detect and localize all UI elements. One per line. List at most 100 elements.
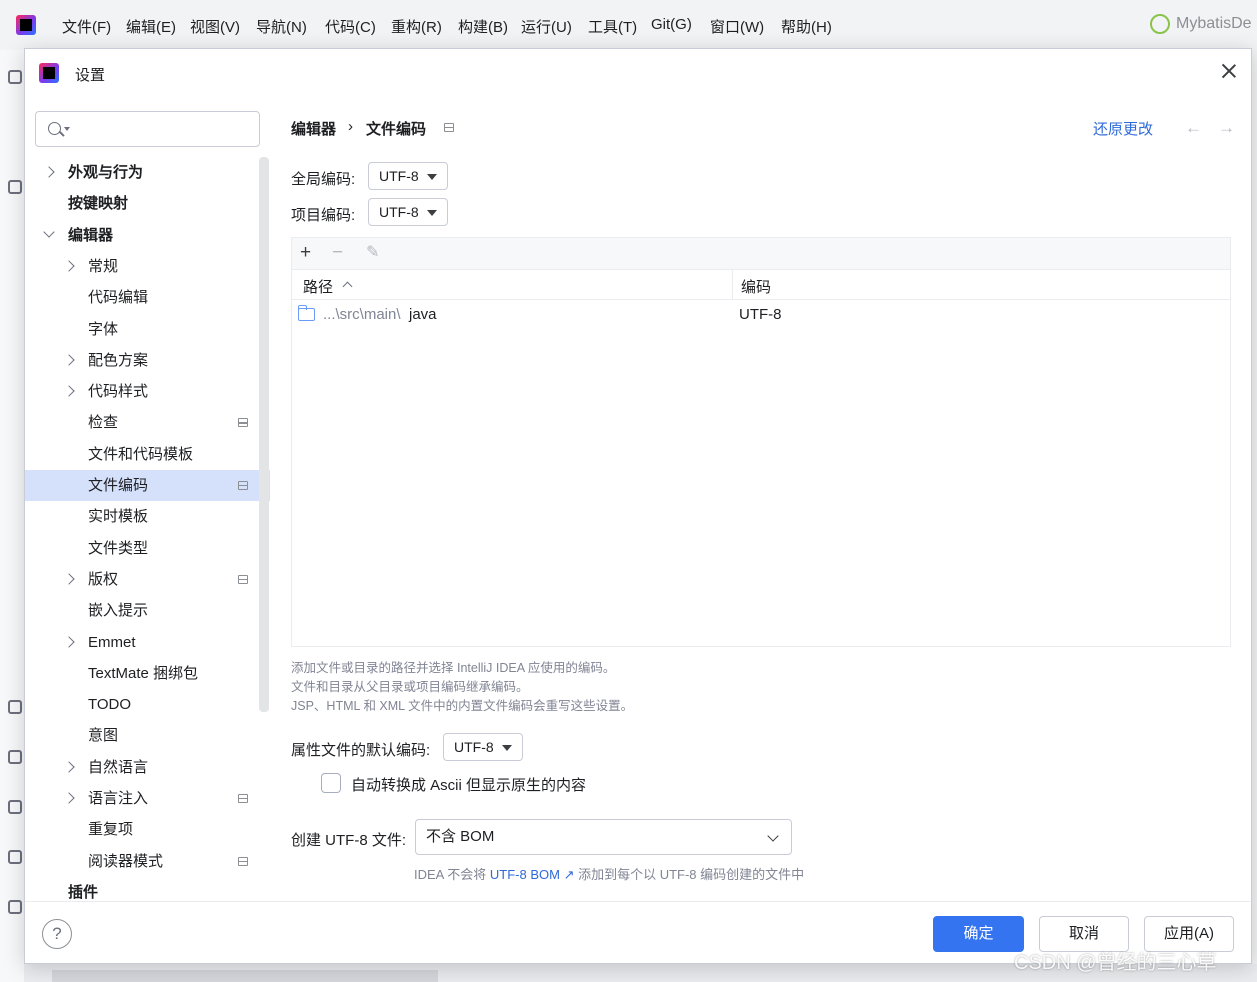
tool-window-strip: [0, 50, 24, 982]
tree-item[interactable]: 重复项: [25, 814, 270, 845]
tree-item[interactable]: 编辑器: [25, 220, 270, 251]
project-tool-icon[interactable]: [8, 70, 22, 84]
tree-item[interactable]: Emmet: [25, 627, 270, 658]
close-icon[interactable]: [1219, 61, 1239, 81]
chevron-right-icon[interactable]: [43, 166, 55, 178]
tree-item[interactable]: 外观与行为: [25, 157, 270, 188]
tree-item[interactable]: 检查: [25, 407, 270, 438]
chevron-right-icon[interactable]: [63, 573, 75, 585]
forward-arrow-icon[interactable]: →: [1218, 118, 1235, 138]
tree-item[interactable]: 嵌入提示: [25, 595, 270, 626]
tree-item[interactable]: 自然语言: [25, 752, 270, 783]
tree-item[interactable]: 按键映射: [25, 188, 270, 219]
tree-item[interactable]: TODO: [25, 689, 270, 720]
problems-tool-icon[interactable]: [8, 800, 22, 814]
path-column-header[interactable]: 路径: [303, 276, 333, 297]
table-header: 路径 编码: [292, 270, 1230, 300]
tree-item[interactable]: 文件编码: [25, 470, 270, 501]
menu-file[interactable]: 文件(F): [62, 16, 111, 37]
table-row[interactable]: ...\src\main\ java UTF-8: [292, 301, 1230, 331]
menu-help[interactable]: 帮助(H): [781, 16, 832, 37]
folder-icon: [297, 305, 315, 321]
back-arrow-icon[interactable]: ←: [1185, 118, 1202, 138]
database-tool-icon[interactable]: [8, 700, 22, 714]
bom-hint-suffix: 添加到每个以 UTF-8 编码创建的文件中: [578, 867, 805, 882]
chevron-down-icon: [767, 830, 779, 842]
edit-icon[interactable]: ✎: [366, 245, 382, 262]
search-history-caret-icon[interactable]: [64, 127, 70, 131]
hint-line-3: JSP、HTML 和 XML 文件中的内置文件编码会重写这些设置。: [291, 699, 634, 713]
tree-item[interactable]: 版权: [25, 564, 270, 595]
properties-encoding-select[interactable]: UTF-8: [443, 733, 523, 761]
path-prefix: ...\src\main\: [323, 306, 401, 323]
encoding-column-header[interactable]: 编码: [741, 276, 771, 297]
project-encoding-select[interactable]: UTF-8: [368, 198, 448, 226]
chevron-right-icon[interactable]: [63, 635, 75, 648]
services-tool-icon[interactable]: [8, 750, 22, 764]
menu-build[interactable]: 构建(B): [458, 16, 508, 37]
add-icon[interactable]: +: [300, 243, 316, 262]
reset-changes-link[interactable]: 还原更改: [1093, 118, 1153, 139]
global-encoding-select[interactable]: UTF-8: [368, 162, 448, 190]
sort-ascending-icon[interactable]: [342, 281, 353, 292]
bom-label: 创建 UTF-8 文件:: [291, 832, 406, 849]
menu-run[interactable]: 运行(U): [521, 16, 572, 37]
tree-item-label: 文件类型: [88, 539, 149, 557]
project-widget[interactable]: MybatisDe: [1150, 14, 1252, 34]
breadcrumb-separator: ›: [348, 118, 353, 135]
tree-item-label: 重复项: [88, 821, 134, 839]
menu-window[interactable]: 窗口(W): [710, 16, 764, 37]
search-icon[interactable]: [48, 122, 61, 135]
tree-item[interactable]: TextMate 捆绑包: [25, 658, 270, 689]
structure-tool-icon[interactable]: [8, 180, 22, 194]
search-input[interactable]: [76, 118, 246, 140]
tree-item[interactable]: 字体: [25, 314, 270, 345]
row-encoding[interactable]: UTF-8: [739, 306, 782, 323]
tree-item[interactable]: 代码编辑: [25, 282, 270, 313]
tree-item[interactable]: 文件和代码模板: [25, 439, 270, 470]
tree-item[interactable]: 语言注入: [25, 783, 270, 814]
menu-git[interactable]: Git(G): [651, 16, 692, 33]
menu-code[interactable]: 代码(C): [325, 16, 376, 37]
tree-item[interactable]: 阅读器模式: [25, 846, 270, 877]
tree-item[interactable]: 文件类型: [25, 533, 270, 564]
chevron-right-icon[interactable]: [63, 354, 75, 366]
encoding-table: + − ✎ 路径 编码 ...\src\main\ java UTF-8: [291, 237, 1231, 647]
git-tool-icon[interactable]: [8, 900, 22, 914]
column-divider[interactable]: [732, 270, 733, 300]
menu-tools[interactable]: 工具(T): [588, 16, 637, 37]
tree-item-label: 版权: [88, 570, 119, 588]
bom-select[interactable]: 不含 BOM: [415, 819, 792, 855]
tree-item[interactable]: 常规: [25, 251, 270, 282]
project-encoding-label: 项目编码:: [291, 207, 356, 224]
ascii-conversion-label[interactable]: 自动转换成 Ascii 但显示原生的内容: [351, 774, 586, 795]
chevron-right-icon[interactable]: [63, 761, 75, 773]
tree-item-label: 文件和代码模板: [88, 445, 194, 463]
tree-item-label: 实时模板: [88, 508, 149, 526]
tree-item[interactable]: 代码样式: [25, 376, 270, 407]
tree-item[interactable]: 配色方案: [25, 345, 270, 376]
remove-icon[interactable]: −: [332, 243, 348, 262]
settings-search[interactable]: [35, 111, 260, 147]
tree-scrollbar[interactable]: [259, 157, 269, 712]
breadcrumb-parent[interactable]: 编辑器: [291, 118, 336, 139]
tree-item[interactable]: 插件: [25, 877, 270, 908]
menu-edit[interactable]: 编辑(E): [126, 16, 176, 37]
ascii-conversion-checkbox[interactable]: [321, 773, 341, 793]
external-link-icon[interactable]: ↗: [564, 867, 575, 882]
terminal-tool-icon[interactable]: [8, 850, 22, 864]
chevron-right-icon[interactable]: [63, 260, 75, 272]
chevron-right-icon[interactable]: [63, 792, 75, 804]
tree-item[interactable]: 实时模板: [25, 501, 270, 532]
menu-navigate[interactable]: 导航(N): [256, 16, 307, 37]
chevron-right-icon[interactable]: [63, 385, 75, 397]
help-icon[interactable]: ?: [42, 919, 72, 949]
chevron-down-icon[interactable]: [43, 225, 55, 238]
settings-dialog: 设置 外观与行为 按键映射 编辑器 常规 代码编辑 字体 配色方案 代码样式 检查 文件和代码模板…: [24, 48, 1252, 964]
menu-refactor[interactable]: 重构(R): [391, 16, 442, 37]
tree-item-label: 检查: [88, 414, 119, 432]
bom-hint-link[interactable]: UTF-8 BOM: [490, 867, 560, 882]
tree-item[interactable]: 意图: [25, 720, 270, 751]
ok-button[interactable]: 确定: [933, 916, 1024, 952]
menu-view[interactable]: 视图(V): [190, 16, 240, 37]
